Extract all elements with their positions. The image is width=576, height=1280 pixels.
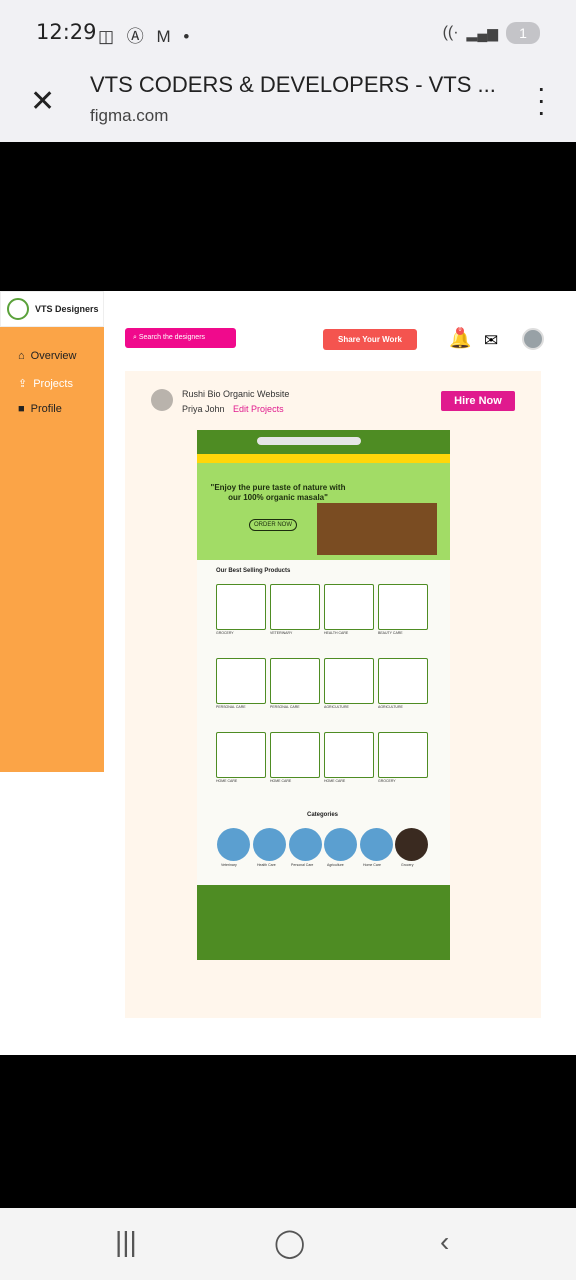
avatar[interactable] (522, 328, 544, 350)
product-card (324, 732, 374, 778)
product-card (216, 658, 266, 704)
product-card (216, 732, 266, 778)
sidebar-item-label: Profile (30, 403, 62, 415)
hero-text: "Enjoy the pure taste of nature with our… (210, 483, 346, 502)
logo-icon (7, 298, 29, 320)
product-category: HOME CARE (270, 779, 292, 783)
close-icon[interactable]: ✕ (30, 84, 55, 119)
product-card (270, 658, 320, 704)
page-url: figma.com (90, 106, 169, 125)
product-category: AGRICULTURE (324, 705, 349, 709)
notification-badge: 0 (456, 327, 464, 335)
home-button-icon[interactable]: ◯ (274, 1226, 305, 1259)
category-circle (324, 828, 357, 861)
product-card (270, 732, 320, 778)
design-preview: "Enjoy the pure taste of nature with our… (197, 430, 450, 960)
category-label: Veterinary (221, 863, 237, 867)
product-card (378, 732, 428, 778)
product-category: HOME CARE (216, 779, 238, 783)
product-card (378, 584, 428, 630)
category-circle (217, 828, 250, 861)
hire-now-button[interactable]: Hire Now (441, 391, 515, 411)
sidebar-item-overview[interactable]: ⌂ Overview (18, 350, 77, 362)
category-label: Grocery (401, 863, 414, 867)
project-author: Priya John Edit Projects (182, 404, 284, 414)
product-category: GROCERY (216, 631, 234, 635)
order-now-button: ORDER NOW (249, 519, 297, 531)
project-panel: Rushi Bio Organic Website Priya John Edi… (125, 371, 541, 1018)
search-label: Search the designers (138, 334, 206, 341)
mail-icon[interactable]: ✉ (484, 331, 498, 351)
best-selling-heading: Our Best Selling Products (216, 568, 291, 574)
system-nav-bar: ||| ◯ ‹ (0, 1208, 576, 1280)
product-card (216, 584, 266, 630)
recent-apps-icon[interactable]: ||| (115, 1226, 137, 1258)
battery-icon: 1 (506, 22, 540, 44)
product-category: PERSONAL CARE (216, 705, 246, 709)
product-card (270, 584, 320, 630)
product-category: AGRICULTURE (378, 705, 403, 709)
back-icon[interactable]: ‹ (440, 1226, 449, 1258)
author-avatar (151, 389, 173, 411)
product-category: HEALTH CARE (324, 631, 349, 635)
sidebar-item-profile[interactable]: ■ Profile (18, 403, 62, 415)
clock: 12:29 (36, 20, 97, 44)
product-shelf-image (317, 503, 437, 555)
sidebar-item-label: Projects (33, 377, 73, 390)
upload-icon: ⇪ (18, 378, 28, 390)
category-circle (289, 828, 322, 861)
category-circle (253, 828, 286, 861)
product-category: GROCERY (378, 779, 396, 783)
home-icon: ⌂ (18, 350, 25, 362)
page-title: VTS CODERS & DEVELOPERS - VTS ... (90, 72, 496, 97)
logo: VTS Designers (0, 291, 104, 327)
author-name: Priya John (182, 404, 225, 414)
wifi-icon: ((· (442, 24, 459, 41)
design-category-bar (197, 454, 450, 463)
share-work-button[interactable]: Share Your Work (323, 329, 417, 350)
product-card (324, 658, 374, 704)
product-category: BEAUTY CARE (378, 631, 403, 635)
sidebar-item-label: Overview (30, 350, 77, 362)
category-label: Health Care (257, 863, 276, 867)
product-category: PERSONAL CARE (270, 705, 300, 709)
design-footer (197, 885, 450, 960)
design-navbar (197, 430, 450, 454)
design-search-bar (257, 437, 361, 445)
categories-heading: Categories (307, 812, 339, 818)
logo-text: VTS Designers (35, 304, 99, 314)
signal-icon: ▂▄▆ (466, 24, 498, 41)
folder-icon: ■ (18, 403, 25, 415)
category-label: Home Care (363, 863, 381, 867)
product-category: HOME CARE (324, 779, 346, 783)
notification-icons: ◫ Ⓐ M • (98, 27, 194, 46)
category-label: Agriculture (327, 863, 344, 867)
search-button[interactable]: ⌕ Search the designers (125, 328, 236, 348)
browser-toolbar: ✕ VTS CODERS & DEVELOPERS - VTS ... figm… (0, 64, 576, 142)
project-title: Rushi Bio Organic Website (182, 389, 290, 399)
category-circle (360, 828, 393, 861)
edit-projects-link[interactable]: Edit Projects (233, 404, 284, 414)
letterbox-bottom (0, 1055, 576, 1208)
status-bar: 12:29 ◫ Ⓐ M • ((· ▂▄▆ 1 (0, 0, 576, 64)
product-card (378, 658, 428, 704)
product-category: VETERINARY (270, 631, 293, 635)
more-options-icon[interactable]: · · · (537, 74, 546, 126)
product-card (324, 584, 374, 630)
category-label: Personal Care (291, 863, 314, 867)
figma-page: VTS Designers ⌂ Overview ⇪ Projects ■ Pr… (0, 291, 576, 1055)
sidebar-item-projects[interactable]: ⇪ Projects (18, 377, 73, 391)
letterbox-top (0, 142, 576, 291)
sidebar: VTS Designers ⌂ Overview ⇪ Projects ■ Pr… (0, 291, 104, 772)
design-hero: "Enjoy the pure taste of nature with our… (197, 463, 450, 560)
category-circle (395, 828, 428, 861)
